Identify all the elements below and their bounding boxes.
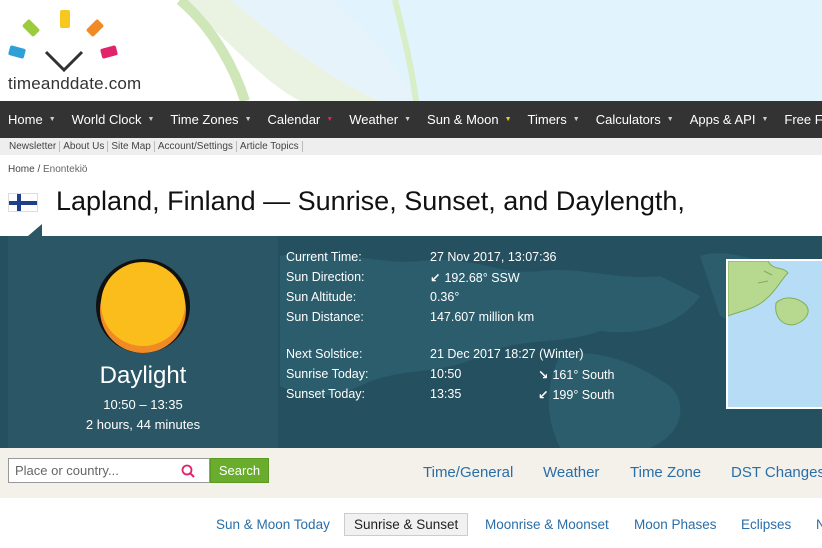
nav-item-free-fun[interactable]: Free Fun▼ xyxy=(776,101,822,138)
sunrise-today-label: Sunrise Today: xyxy=(286,367,369,381)
mini-map-land xyxy=(728,261,809,326)
nav-item-timers[interactable]: Timers ▼ xyxy=(520,101,588,138)
nav-item-world-clock[interactable]: World Clock ▼ xyxy=(64,101,163,138)
nav-item-time-zones[interactable]: Time Zones ▼ xyxy=(162,101,259,138)
sun-icon xyxy=(96,259,190,353)
nav-label: World Clock xyxy=(71,112,142,127)
tab-time-general[interactable]: Time/General xyxy=(423,464,513,481)
daylight-range: 10:50 – 13:35 xyxy=(103,397,183,412)
caret-down-icon: ▼ xyxy=(326,116,334,123)
daylight-status: Daylight xyxy=(99,362,187,389)
caret-down-icon: ▼ xyxy=(48,116,56,123)
subnav-about-us[interactable]: About Us xyxy=(60,141,109,152)
sublink-sunrise-sunset[interactable]: Sunrise & Sunset xyxy=(344,513,469,536)
nav-item-weather[interactable]: Weather ▼ xyxy=(341,101,419,138)
direction-arrow-icon: ↙ xyxy=(538,388,549,402)
nav-label: Calendar xyxy=(267,112,321,127)
tab-time-zone[interactable]: Time Zone xyxy=(630,464,701,481)
sunset-today-value: 13:35 xyxy=(430,387,462,401)
search-input[interactable] xyxy=(15,459,185,482)
nav-label: Time Zones xyxy=(170,112,239,127)
breadcrumb-home[interactable]: Home / xyxy=(8,164,40,175)
next-solstice-label: Next Solstice: xyxy=(286,347,363,361)
sunset-direction: ↙ 199° South xyxy=(538,387,614,402)
location-mini-map[interactable] xyxy=(726,259,822,409)
nav-label: Calculators xyxy=(595,112,661,127)
sunset-direction-text: 199° South xyxy=(552,388,615,402)
search-icon[interactable] xyxy=(181,464,195,478)
nav-label: Weather xyxy=(349,112,399,127)
nav-item-calculators[interactable]: Calculators ▼ xyxy=(588,101,682,138)
daylight-duration: 2 hours, 44 minutes xyxy=(85,417,201,432)
current-time-label: Current Time: xyxy=(286,250,362,264)
tab-weather[interactable]: Weather xyxy=(543,464,599,481)
caret-down-icon: ▼ xyxy=(244,116,252,123)
banner-notch xyxy=(28,224,42,236)
subnav-account-settings[interactable]: Account/Settings xyxy=(155,141,237,152)
nav-label: Home xyxy=(8,112,43,127)
subnav-site-map[interactable]: Site Map xyxy=(108,141,155,152)
next-solstice-value: 21 Dec 2017 18:27 (Winter) xyxy=(430,347,584,361)
sun-direction-value: ↙ 192.68° SSW xyxy=(430,270,520,285)
nav-label: Timers xyxy=(527,112,567,127)
sublink-more[interactable]: N xyxy=(816,517,822,532)
logo-text[interactable]: timeanddate.com xyxy=(8,74,141,94)
direction-arrow-icon: ↙ xyxy=(430,271,441,285)
caret-down-icon: ▼ xyxy=(404,116,412,123)
search-button[interactable]: Search xyxy=(210,458,269,483)
sun-distance-value: 147.607 million km xyxy=(430,310,535,324)
breadcrumb-current: Enontekiö xyxy=(43,164,88,175)
sunrise-direction: ↘ 161° South xyxy=(538,367,614,382)
sun-altitude-value: 0.36° xyxy=(430,290,460,304)
nav-item-apps-api[interactable]: Apps & API ▼ xyxy=(682,101,777,138)
subnav-article-topics[interactable]: Article Topics xyxy=(237,141,303,152)
sublink-moonrise-moonset[interactable]: Moonrise & Moonset xyxy=(485,517,609,532)
nav-item-home[interactable]: Home ▼ xyxy=(0,101,64,138)
sun-direction-text: 192.68° SSW xyxy=(444,271,520,285)
nav-item-sun-moon[interactable]: Sun & Moon ▼ xyxy=(419,101,519,138)
subnav-newsletter[interactable]: Newsletter xyxy=(6,141,61,152)
nav-label: Apps & API xyxy=(689,112,756,127)
breadcrumb: Home / Enontekiö xyxy=(8,164,88,175)
site-header: timeanddate.com xyxy=(0,0,822,101)
caret-down-icon: ▼ xyxy=(504,116,512,123)
search-box xyxy=(8,458,210,483)
sunrise-today-value: 10:50 xyxy=(430,367,462,381)
sun-altitude-label: Sun Altitude: xyxy=(286,290,357,304)
tab-dst-changes[interactable]: DST Changes xyxy=(731,464,822,481)
nav-label: Free Fun xyxy=(784,112,822,127)
caret-down-icon: ▼ xyxy=(761,116,769,123)
direction-arrow-icon: ↘ xyxy=(538,368,549,382)
nav-label: Sun & Moon xyxy=(427,112,499,127)
sunset-today-label: Sunset Today: xyxy=(286,387,365,401)
sun-distance-label: Sun Distance: xyxy=(286,310,364,324)
sun-direction-label: Sun Direction: xyxy=(286,270,365,284)
caret-down-icon: ▼ xyxy=(666,116,674,123)
main-nav: Home ▼ World Clock ▼ Time Zones ▼ Calendar ▼… xyxy=(0,101,822,138)
search-bar-row: Search Time/General Weather Time Zone DS… xyxy=(0,448,822,498)
page-title: Lapland, Finland — Sunrise, Sunset, and … xyxy=(56,186,685,216)
nav-item-calendar[interactable]: Calendar ▼ xyxy=(260,101,342,138)
current-time-value: 27 Nov 2017, 13:07:36 xyxy=(430,250,557,264)
sub-nav: Newsletter About Us Site Map Account/Set… xyxy=(0,138,822,155)
sublink-eclipses[interactable]: Eclipses xyxy=(741,517,791,532)
sublink-moon-phases[interactable]: Moon Phases xyxy=(634,517,717,532)
sublink-sun-moon-today[interactable]: Sun & Moon Today xyxy=(216,517,330,532)
caret-down-icon: ▼ xyxy=(147,116,155,123)
sunrise-direction-text: 161° South xyxy=(552,368,615,382)
logo-mark-icon xyxy=(8,10,118,73)
caret-down-icon: ▼ xyxy=(572,116,580,123)
finland-flag-icon xyxy=(8,193,38,212)
